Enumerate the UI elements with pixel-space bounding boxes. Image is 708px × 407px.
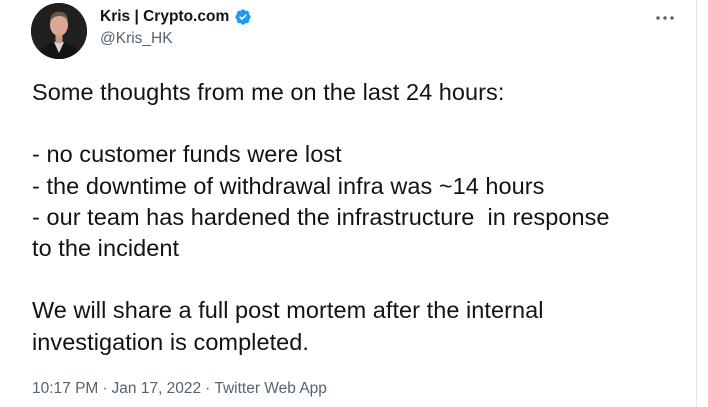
tweet-line: to the incident xyxy=(32,234,180,261)
more-options-icon xyxy=(656,16,674,20)
more-options-button[interactable] xyxy=(653,8,677,28)
author-display-name[interactable]: Kris | Crypto.com xyxy=(100,8,229,26)
author-handle[interactable]: @Kris_HK xyxy=(100,30,252,48)
name-row: Kris | Crypto.com xyxy=(100,6,252,28)
tweet-line: investigation is completed. xyxy=(32,328,309,355)
tweet-line xyxy=(32,264,692,295)
tweet-date[interactable]: Jan 17, 2022 xyxy=(112,380,202,397)
tweet-header: Kris | Crypto.com @Kris_HK xyxy=(100,6,252,48)
tweet-line: We will share a full post mortem after t… xyxy=(32,297,544,324)
tweet-line: Some thoughts from me on the last 24 hou… xyxy=(32,79,505,105)
tweet-card: Kris | Crypto.com @Kris_HK Some thoughts… xyxy=(0,0,697,407)
meta-separator: · xyxy=(102,380,108,397)
meta-separator: · xyxy=(205,380,211,397)
tweet-line: - no customer funds were lost xyxy=(32,141,342,168)
page-background xyxy=(697,0,708,407)
tweet-meta: 10:17 PM · Jan 17, 2022 · Twitter Web App xyxy=(32,380,327,398)
verified-badge-icon xyxy=(234,8,252,26)
tweet-line: - our team has hardened the infrastructu… xyxy=(32,203,610,230)
tweet-time[interactable]: 10:17 PM xyxy=(32,380,98,397)
tweet-source[interactable]: Twitter Web App xyxy=(214,380,327,397)
tweet-line: - the downtime of withdrawal infra was ~… xyxy=(32,172,545,199)
tweet-line xyxy=(32,108,692,139)
tweet-text: Some thoughts from me on the last 24 hou… xyxy=(32,77,692,358)
avatar-photo-icon xyxy=(31,3,87,59)
avatar[interactable] xyxy=(31,3,87,59)
